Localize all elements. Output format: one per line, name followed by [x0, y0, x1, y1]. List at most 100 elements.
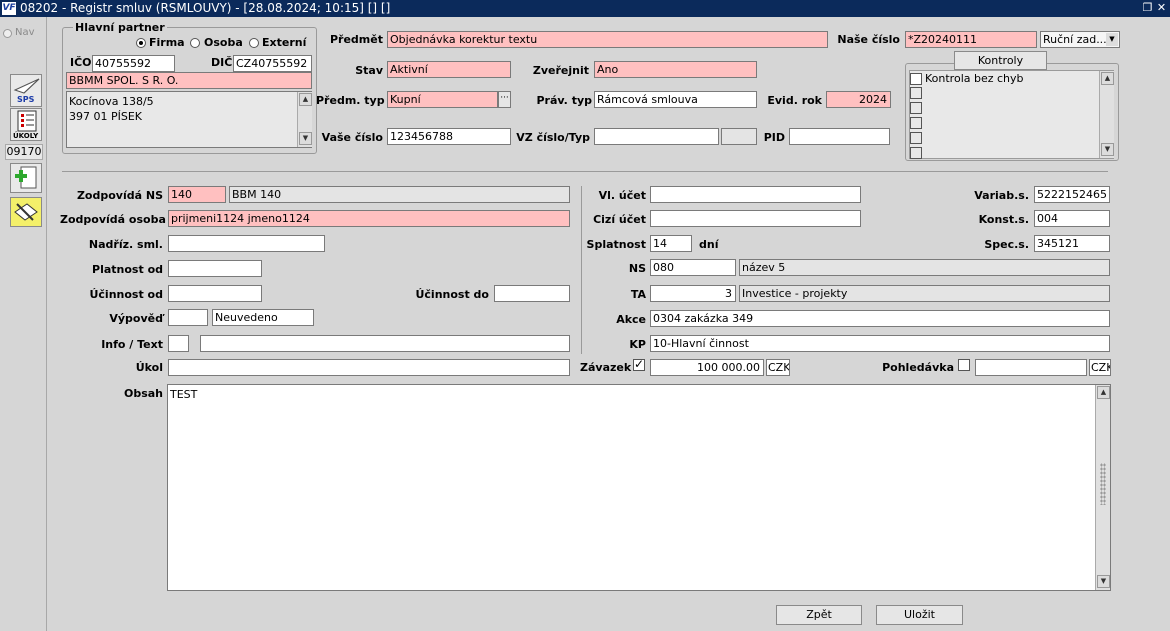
- scroll-down-icon[interactable]: ▼: [299, 132, 312, 145]
- vl-ucet-field[interactable]: [650, 186, 861, 203]
- kontroly-scrollbar[interactable]: ▲ ▼: [1099, 71, 1114, 158]
- obsah-text: TEST: [170, 388, 198, 401]
- scroll-up-icon[interactable]: ▲: [1097, 386, 1110, 399]
- evid-rok-field[interactable]: 2024: [826, 91, 891, 108]
- stav-label: Stav: [355, 64, 383, 77]
- predm-typ-label: Předm. typ: [316, 94, 385, 107]
- ukoly-button[interactable]: ÚKOLY: [10, 108, 42, 141]
- zodp-ns-code-field[interactable]: 140: [168, 186, 226, 203]
- cizi-ucet-field[interactable]: [650, 210, 861, 227]
- platnost-field[interactable]: [168, 260, 262, 277]
- pohledavka-checkbox[interactable]: [958, 359, 970, 371]
- scroll-up-icon[interactable]: ▲: [299, 93, 312, 106]
- add-button[interactable]: [10, 163, 42, 193]
- kontroly-checkbox[interactable]: [910, 132, 922, 144]
- scroll-down-icon[interactable]: ▼: [1101, 143, 1114, 156]
- firma-radio[interactable]: [136, 38, 146, 48]
- ta-label: TA: [630, 288, 646, 301]
- horizontal-divider: [62, 171, 1108, 172]
- ellipsis-button[interactable]: ···: [498, 91, 511, 108]
- kontroly-checkbox[interactable]: [910, 147, 922, 159]
- kontroly-checkbox[interactable]: [910, 117, 922, 129]
- kontroly-checkbox[interactable]: [910, 87, 922, 99]
- restore-icon[interactable]: ❐: [1141, 1, 1154, 15]
- scroll-up-icon[interactable]: ▲: [1101, 72, 1114, 85]
- scroll-grip-icon[interactable]: [1100, 463, 1106, 505]
- zavazek-checkbox[interactable]: [633, 357, 645, 371]
- nase-cislo-field[interactable]: *Z20240111: [905, 31, 1037, 48]
- back-button[interactable]: Zpět: [776, 605, 862, 625]
- zavazek-amount-field[interactable]: 100 000.00: [650, 359, 764, 376]
- ukoly-label: ÚKOLY: [13, 132, 39, 140]
- obsah-scrollbar[interactable]: ▲ ▼: [1095, 385, 1110, 590]
- edit-button[interactable]: [10, 197, 42, 227]
- ns-code-field[interactable]: 080: [650, 259, 736, 276]
- nadriz-field[interactable]: [168, 235, 325, 252]
- kontroly-checkbox[interactable]: [910, 102, 922, 114]
- paper-plane-icon: [13, 78, 40, 94]
- osoba-radio[interactable]: [190, 38, 200, 48]
- kp-field[interactable]: 10-Hlavní činnost: [650, 335, 1110, 352]
- ico-field[interactable]: 40755592: [92, 55, 175, 72]
- kontroly-list: Kontrola bez chyb ▲ ▼: [909, 70, 1114, 159]
- ucinnost-od-label: Účinnost od: [89, 288, 163, 301]
- firma-label: Firma: [149, 36, 185, 49]
- akce-label: Akce: [616, 313, 646, 326]
- zodp-ns-name-field: BBM 140: [229, 186, 570, 203]
- ta-code-field[interactable]: 3: [650, 285, 736, 302]
- dic-field[interactable]: CZ40755592: [233, 55, 312, 72]
- vz-cislo-field[interactable]: [594, 128, 719, 145]
- vypoved-code-field[interactable]: [168, 309, 208, 326]
- prav-typ-field[interactable]: Rámcová smlouva: [594, 91, 757, 108]
- info-label: Info / Text: [101, 338, 163, 351]
- stav-field[interactable]: Aktivní: [387, 61, 511, 78]
- splatnost-field[interactable]: 14: [650, 235, 692, 252]
- spec-field[interactable]: 345121: [1034, 235, 1110, 252]
- address-scrollbar[interactable]: ▲ ▼: [297, 92, 312, 147]
- ucinnost-od-field[interactable]: [168, 285, 262, 302]
- close-icon[interactable]: ✕: [1155, 1, 1168, 15]
- kontroly-button[interactable]: Kontroly: [954, 51, 1047, 70]
- evid-rok-label: Evid. rok: [767, 94, 822, 107]
- ukol-field[interactable]: [168, 359, 570, 376]
- vase-cislo-field[interactable]: 123456788: [387, 128, 511, 145]
- akce-field[interactable]: 0304 zakázka 349: [650, 310, 1110, 327]
- info-text-field[interactable]: [200, 335, 570, 352]
- chevron-down-icon[interactable]: ▼: [1106, 33, 1118, 46]
- add-document-icon: [15, 166, 37, 189]
- scroll-down-icon[interactable]: ▼: [1097, 575, 1110, 588]
- konst-field[interactable]: 004: [1034, 210, 1110, 227]
- osoba-label: Osoba: [204, 36, 243, 49]
- vypoved-field[interactable]: Neuvedeno: [212, 309, 314, 326]
- externi-radio[interactable]: [249, 38, 259, 48]
- nav-toggle[interactable]: Nav: [3, 27, 45, 41]
- pohledavka-amount-field[interactable]: [975, 359, 1087, 376]
- ucinnost-do-field[interactable]: [494, 285, 570, 302]
- info-code-field[interactable]: [168, 335, 189, 352]
- sps-label: SPS: [17, 95, 35, 104]
- zavazek-label: Závazek: [580, 361, 632, 374]
- kontroly-checkbox[interactable]: [910, 73, 922, 85]
- predmet-field[interactable]: Objednávka korektur textu: [387, 31, 828, 48]
- save-button[interactable]: Uložit: [876, 605, 963, 625]
- nadriz-label: Nadříz. sml.: [88, 238, 163, 251]
- kontroly-item[interactable]: Kontrola bez chyb: [910, 72, 1100, 86]
- kp-label: KP: [629, 338, 646, 351]
- pid-field[interactable]: [789, 128, 890, 145]
- zverejnit-field[interactable]: Ano: [594, 61, 757, 78]
- zodp-osoba-field[interactable]: prijmeni1124 jmeno1124: [168, 210, 570, 227]
- cizi-ucet-label: Cizí účet: [593, 213, 646, 226]
- pid-label: PID: [763, 131, 785, 144]
- ns-name-field: název 5: [739, 259, 1110, 276]
- obsah-textarea[interactable]: TEST ▲ ▼: [167, 384, 1111, 591]
- partner-name-field[interactable]: BBMM SPOL. S R. O.: [66, 72, 312, 89]
- variab-field[interactable]: 5222152465: [1034, 186, 1110, 203]
- address-line1: Kocínova 138/5: [69, 95, 154, 108]
- vz-typ-field[interactable]: [721, 128, 757, 145]
- partner-address[interactable]: Kocínova 138/5 397 01 PÍSEK ▲ ▼: [66, 91, 312, 148]
- predm-typ-field[interactable]: Kupní: [387, 91, 498, 108]
- dni-label: dní: [699, 238, 719, 251]
- sps-button[interactable]: SPS: [10, 74, 42, 107]
- rucni-zad-select[interactable]: Ruční zad... ▼: [1040, 31, 1120, 48]
- nav-radio-icon: [3, 29, 12, 38]
